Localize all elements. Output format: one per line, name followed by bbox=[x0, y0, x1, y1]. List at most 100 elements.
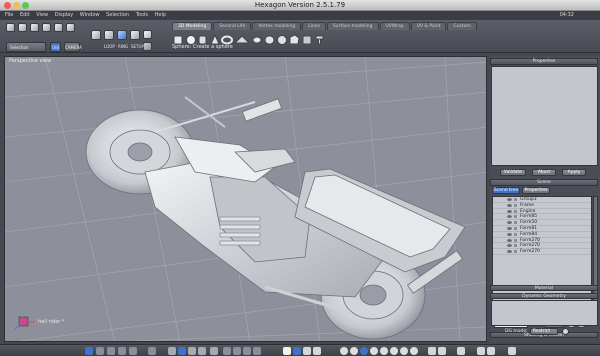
shading-texture-icon[interactable] bbox=[390, 347, 398, 355]
lock-icon[interactable] bbox=[514, 203, 517, 207]
abort-button[interactable]: Abort bbox=[532, 169, 556, 176]
shading-hidden-icon[interactable] bbox=[370, 347, 378, 355]
light-point-icon[interactable] bbox=[438, 347, 446, 355]
visibility-icon[interactable] bbox=[507, 238, 512, 242]
dynamic-geometry-panel-header[interactable]: Dynamic Geometry bbox=[490, 293, 598, 299]
snap-edge-icon[interactable] bbox=[243, 347, 251, 355]
tab-scene-tree[interactable]: Scene tree bbox=[492, 187, 520, 194]
ring-label[interactable]: RING bbox=[118, 44, 128, 49]
scene-panel-header[interactable]: Scene bbox=[490, 179, 598, 186]
lock-icon[interactable] bbox=[514, 238, 517, 242]
layout-single-icon[interactable] bbox=[85, 347, 93, 355]
cube-edge-icon[interactable] bbox=[104, 30, 114, 40]
magnet-icon[interactable] bbox=[18, 23, 27, 32]
tab-custom[interactable]: Custom bbox=[447, 22, 477, 30]
selection-mode-dropdown[interactable]: Selection bbox=[6, 42, 46, 52]
orbit-view-icon[interactable] bbox=[303, 347, 311, 355]
layout-quad-icon[interactable] bbox=[107, 347, 115, 355]
layout-four-icon[interactable] bbox=[129, 347, 137, 355]
apply-button[interactable]: Apply bbox=[562, 169, 586, 176]
perspective-viewport[interactable]: Perspective view hell rider * bbox=[4, 56, 487, 342]
shading-wire-icon[interactable] bbox=[360, 347, 368, 355]
menu-item-file[interactable]: File bbox=[5, 11, 13, 20]
shading-smooth-icon[interactable] bbox=[340, 347, 348, 355]
render-preview-icon[interactable] bbox=[457, 347, 465, 355]
cube-vertex-icon[interactable] bbox=[91, 30, 101, 40]
screenshot-camera-icon[interactable] bbox=[508, 347, 516, 355]
zoom-window-button[interactable] bbox=[22, 2, 29, 9]
lock-icon[interactable] bbox=[514, 215, 517, 219]
shading-light-icon[interactable] bbox=[400, 347, 408, 355]
show-object-icon[interactable] bbox=[487, 347, 495, 355]
lock-icon[interactable] bbox=[514, 209, 517, 213]
axis-manipulator-icon[interactable] bbox=[283, 347, 291, 355]
tab-uvwrap[interactable]: UVWrap bbox=[379, 22, 410, 30]
tab-vertex-modeling[interactable]: Vertex modeling bbox=[252, 22, 302, 30]
setup-label[interactable]: SETUP bbox=[131, 44, 144, 49]
minimize-window-button[interactable] bbox=[13, 2, 20, 9]
layout-three-icon[interactable] bbox=[118, 347, 126, 355]
rotate-icon[interactable] bbox=[42, 23, 51, 32]
select-tool-icon[interactable] bbox=[6, 23, 15, 32]
light-sun-icon[interactable] bbox=[428, 347, 436, 355]
cube-face-icon[interactable] bbox=[117, 30, 127, 40]
tab-scene-properties[interactable]: Properties bbox=[522, 187, 550, 194]
visibility-icon[interactable] bbox=[507, 232, 512, 236]
lock-icon[interactable] bbox=[514, 250, 517, 254]
shading-flat-icon[interactable] bbox=[350, 347, 358, 355]
camera-button[interactable]: CAMERA bbox=[64, 42, 82, 52]
visibility-icon[interactable] bbox=[507, 198, 512, 201]
tab-surface-modeling[interactable]: Surface modeling bbox=[326, 22, 379, 30]
close-window-button[interactable] bbox=[4, 2, 11, 9]
shading-ao-icon[interactable] bbox=[410, 347, 418, 355]
material-panel-header[interactable]: Material bbox=[490, 285, 598, 291]
lock-icon[interactable] bbox=[514, 244, 517, 248]
loop-label[interactable]: LOOP bbox=[104, 44, 115, 49]
validate-button[interactable]: Validate bbox=[500, 169, 526, 176]
menu-item-window[interactable]: Window bbox=[80, 11, 100, 20]
tab-uv-paint[interactable]: UV & Paint bbox=[410, 22, 447, 30]
grid-toggle-icon[interactable] bbox=[178, 347, 186, 355]
universal-manipulator-icon[interactable] bbox=[66, 23, 75, 32]
visibility-icon[interactable] bbox=[507, 203, 512, 207]
scale-icon[interactable] bbox=[54, 23, 63, 32]
lock-icon[interactable] bbox=[514, 198, 517, 201]
object-snap-button[interactable]: OBJ bbox=[50, 42, 61, 52]
cube-object-icon[interactable] bbox=[130, 30, 140, 40]
front-view-icon[interactable] bbox=[148, 347, 156, 355]
camera-view-icon[interactable] bbox=[188, 347, 196, 355]
symmetry-icon[interactable] bbox=[143, 42, 152, 51]
properties-panel-header[interactable]: Properties bbox=[490, 58, 598, 65]
visibility-icon[interactable] bbox=[507, 209, 512, 213]
visibility-icon[interactable] bbox=[507, 244, 512, 248]
menu-item-help[interactable]: Help bbox=[155, 11, 166, 20]
hide-object-icon[interactable] bbox=[477, 347, 485, 355]
visibility-icon[interactable] bbox=[507, 215, 512, 219]
menu-item-display[interactable]: Display bbox=[55, 11, 73, 20]
tab-3d-modeling[interactable]: 3D Modeling bbox=[172, 22, 213, 30]
list-item[interactable]: Form270 bbox=[493, 249, 591, 255]
visibility-icon[interactable] bbox=[507, 226, 512, 230]
dg-mode-dropdown[interactable]: Restrict bbox=[530, 328, 558, 335]
dg-options-icon[interactable] bbox=[562, 328, 569, 335]
menu-item-selection[interactable]: Selection bbox=[106, 11, 129, 20]
lock-icon[interactable] bbox=[514, 226, 517, 230]
isolate-icon[interactable] bbox=[210, 347, 218, 355]
render-mode-icon[interactable] bbox=[168, 347, 176, 355]
auto-mode-icon[interactable] bbox=[143, 30, 152, 39]
zoom-view-icon[interactable] bbox=[313, 347, 321, 355]
visibility-icon[interactable] bbox=[507, 250, 512, 254]
snap-face-icon[interactable] bbox=[253, 347, 261, 355]
layout-split-icon[interactable] bbox=[96, 347, 104, 355]
tab-lines[interactable]: Lines bbox=[302, 22, 326, 30]
lock-icon[interactable] bbox=[514, 221, 517, 225]
visibility-icon[interactable] bbox=[507, 221, 512, 225]
pan-view-icon[interactable] bbox=[293, 347, 301, 355]
lock-icon[interactable] bbox=[514, 232, 517, 236]
tab-second-life[interactable]: Second Life bbox=[213, 22, 252, 30]
move-icon[interactable] bbox=[30, 23, 39, 32]
shading-xray-icon[interactable] bbox=[380, 347, 388, 355]
menu-item-view[interactable]: View bbox=[36, 11, 48, 20]
snap-grid-icon[interactable] bbox=[223, 347, 231, 355]
menu-item-edit[interactable]: Edit bbox=[20, 11, 30, 20]
